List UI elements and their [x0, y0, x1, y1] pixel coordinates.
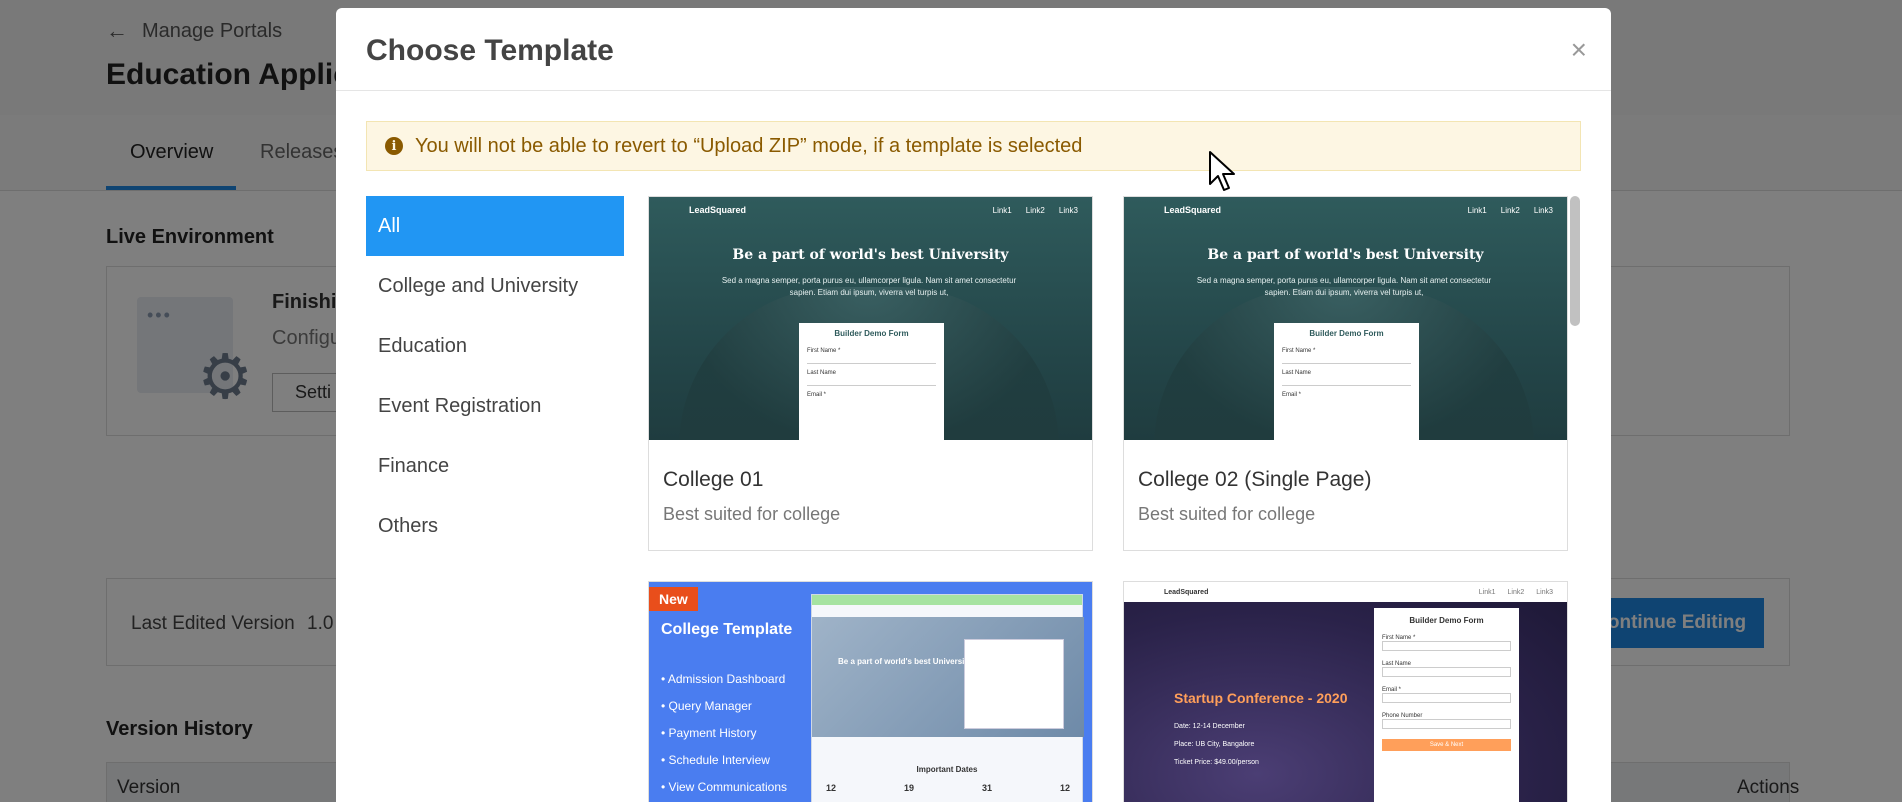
- hero-form: [964, 639, 1064, 729]
- feature-item: • Payment History: [661, 726, 757, 740]
- thumb-form-title: Builder Demo Form: [1409, 616, 1484, 625]
- template-name: College 02 (Single Page): [1138, 468, 1372, 491]
- template-thumbnail: LeadSquared Link1 Link2 Link3 Be a part …: [1124, 197, 1567, 440]
- conference-detail: Ticket Price: $49.00/person: [1174, 759, 1259, 766]
- thumb-submit: Save & Next: [1382, 739, 1511, 751]
- thumb-headline: Be a part of world's best University: [1207, 247, 1484, 263]
- date-value: 12: [1059, 783, 1070, 793]
- template-thumbnail: LeadSquared Link1 Link2 Link3 Startup Co…: [1124, 582, 1567, 802]
- scrollbar-thumb[interactable]: [1570, 196, 1580, 326]
- thumb-link: Link1: [1478, 588, 1496, 596]
- thumb-subtext: Sed a magna semper, porta purus eu, ulla…: [1196, 276, 1492, 297]
- mouse-cursor-icon: [1209, 151, 1235, 191]
- template-thumbnail: New College Template • Admission Dashboa…: [649, 582, 1092, 802]
- thumb-logo: LeadSquared: [689, 205, 747, 215]
- thumb-field-label: Email *: [807, 392, 827, 398]
- category-all[interactable]: All: [366, 196, 624, 256]
- template-grid: LeadSquared Link1 Link2 Link3 Be a part …: [648, 196, 1568, 802]
- feature-item: • Schedule Interview: [661, 753, 770, 767]
- feature-item: • Admission Dashboard: [661, 672, 786, 686]
- feature-item: • Query Manager: [661, 699, 752, 713]
- category-finance[interactable]: Finance: [366, 436, 624, 496]
- thumb-nav: LeadSquared Link1 Link2 Link3: [1124, 582, 1567, 602]
- date-value: 19: [903, 783, 914, 793]
- new-badge: New: [649, 587, 698, 611]
- category-list: All College and University Education Eve…: [366, 196, 624, 556]
- thumb-form-title: Builder Demo Form: [1309, 329, 1384, 338]
- template-name: College 01: [663, 468, 764, 491]
- thumb-link: Link1: [992, 205, 1012, 215]
- feature-list: • Admission Dashboard • Query Manager • …: [661, 666, 787, 801]
- important-dates-heading: Important Dates: [916, 765, 978, 774]
- modal-title: Choose Template: [366, 34, 614, 67]
- thumb-nav: LeadSquared Link1 Link2 Link3: [1124, 197, 1567, 223]
- conference-title: Startup Conference - 2020: [1174, 690, 1348, 706]
- conference-details: Date: 12-14 December Place: UB City, Ban…: [1174, 718, 1259, 772]
- conference-detail: Place: UB City, Bangalore: [1174, 741, 1255, 748]
- template-description: Best suited for college: [663, 504, 841, 524]
- info-icon: i: [385, 137, 403, 155]
- thumb-nav: LeadSquared Link1 Link2 Link3: [649, 197, 1092, 223]
- thumb-link: Link2: [1507, 588, 1525, 596]
- template-card-college-02[interactable]: LeadSquared Link1 Link2 Link3 Be a part …: [1123, 196, 1568, 551]
- category-college-and-university[interactable]: College and University: [366, 256, 624, 316]
- category-education[interactable]: Education: [366, 316, 624, 376]
- template-screenshot: Be a part of world's best University Imp…: [811, 594, 1084, 802]
- conference-detail: Date: 12-14 December: [1174, 723, 1245, 730]
- warning-alert: i You will not be able to revert to “Upl…: [366, 121, 1581, 171]
- thumb-subtext: Sed a magna semper, porta purus eu, ulla…: [721, 276, 1017, 297]
- thumb-link: Link2: [1500, 205, 1520, 215]
- thumb-field-label: Email *: [1282, 392, 1302, 398]
- template-card-startup-conference[interactable]: LeadSquared Link1 Link2 Link3 Startup Co…: [1123, 581, 1568, 802]
- thumb-title: College Template: [661, 621, 793, 638]
- thumb-link: Link3: [1536, 588, 1553, 596]
- date-value: 31: [981, 783, 992, 793]
- thumb-link: Link3: [1058, 205, 1078, 215]
- template-card-college-template-new[interactable]: New College Template • Admission Dashboa…: [648, 581, 1093, 802]
- choose-template-modal: Choose Template × i You will not be able…: [336, 8, 1611, 802]
- date-value: 12: [826, 783, 837, 793]
- template-thumbnail: LeadSquared Link1 Link2 Link3 Be a part …: [649, 197, 1092, 440]
- template-card-college-01[interactable]: LeadSquared Link1 Link2 Link3 Be a part …: [648, 196, 1093, 551]
- feature-item: • View Communications: [661, 780, 788, 794]
- thumb-form: Builder Demo Form First Name * Last Name…: [1374, 608, 1519, 802]
- thumb-link: Link3: [1533, 205, 1553, 215]
- thumb-link: Link2: [1025, 205, 1045, 215]
- thumb-headline: Be a part of world's best University: [732, 247, 1009, 263]
- modal-header: Choose Template ×: [336, 8, 1611, 91]
- alert-text: You will not be able to revert to “Uploa…: [415, 134, 1083, 157]
- thumb-form: Builder Demo Form First Name * Last Name…: [1274, 323, 1419, 440]
- template-description: Best suited for college: [1138, 504, 1316, 524]
- thumb-form: Builder Demo Form First Name * Last Name…: [799, 323, 944, 440]
- thumb-link: Link1: [1467, 205, 1487, 215]
- thumb-logo: LeadSquared: [1164, 205, 1222, 215]
- thumb-logo: LeadSquared: [1164, 588, 1209, 596]
- thumb-form-title: Builder Demo Form: [834, 329, 909, 338]
- category-event-registration[interactable]: Event Registration: [366, 376, 624, 436]
- category-others[interactable]: Others: [366, 496, 624, 556]
- hero-title: Be a part of world's best University: [838, 657, 972, 666]
- close-icon[interactable]: ×: [1571, 36, 1587, 64]
